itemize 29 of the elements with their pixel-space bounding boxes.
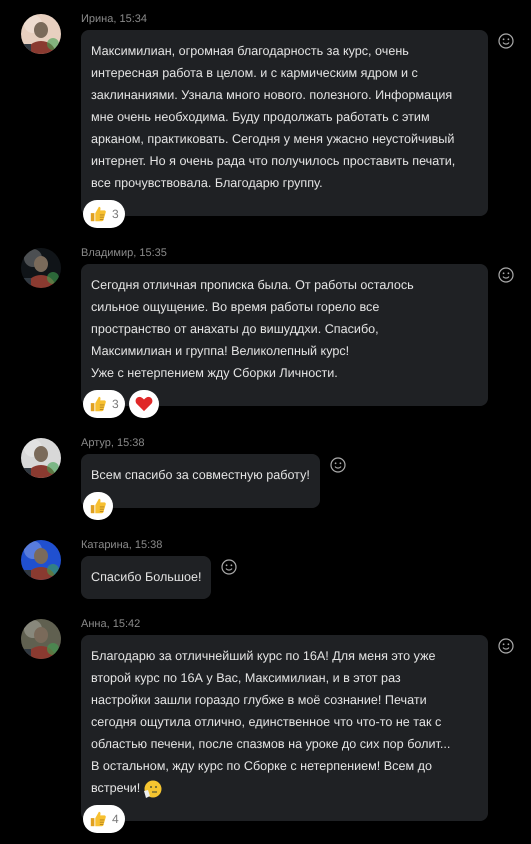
- reaction-button[interactable]: [83, 492, 113, 520]
- reaction-count: 4: [112, 812, 119, 826]
- message-text: Спасибо Большое!: [91, 569, 202, 586]
- author-time: Ирина, 15:34: [81, 12, 148, 26]
- author-time: Анна, 15:42: [81, 617, 142, 631]
- message-text: Сегодня отличная прописка была. От работы осталось сильное ощущение. Во время работы горело все пространство от анахаты до вишуддхи. Спасибо, Максимилиан и группа! Великолепный курс! Уже с нетерпением жду Сборки Личности.: [91, 277, 415, 382]
- reaction-button[interactable]: [128, 390, 159, 418]
- author-time: Владимир, 15:35: [81, 246, 168, 260]
- thumbs-up-icon: [89, 497, 107, 515]
- emoji-reaction-icon[interactable]: [221, 559, 238, 575]
- message-text: Всем спасибо за совместную работу!: [91, 467, 310, 484]
- thumbs-up-icon: [89, 395, 107, 413]
- emoji-reaction-icon[interactable]: [498, 267, 514, 283]
- emoji-reaction-icon[interactable]: [330, 457, 346, 473]
- author-time: Артур, 15:38: [81, 436, 146, 450]
- thinking-face-icon: [142, 778, 162, 799]
- reaction-count: 3: [112, 207, 119, 221]
- heart-icon: [134, 396, 153, 412]
- reaction-button[interactable]: 3: [83, 200, 125, 228]
- emoji-reaction-icon[interactable]: [498, 33, 514, 49]
- thumbs-up-icon: [89, 810, 107, 828]
- author-time: Катарина, 15:38: [81, 538, 164, 552]
- thumbs-up-icon: [89, 205, 107, 223]
- reaction-count: 3: [112, 397, 119, 411]
- message-text: Максимилиан, огромная благодарность за курс, очень интересная работа в целом. и с кармическим ядром и с заклинаниями. Узнала много нового. полезного. Информация мне очень необходима. Буду продолжать работать с этим арканом, практиковать. Сегодня у меня ужасно неустойчивый интернет. Но я очень рада что получилось проставить печати, все прочувствовала. Благодарю группу.: [91, 43, 456, 192]
- reaction-button[interactable]: 4: [83, 805, 125, 833]
- message-text: Благодарю за отличнейший курс по 16А! Для меня это уже второй курс по 16А у Вас, Максимилиан, и в этот раз настройки зашли гораздо глубже в моё сознание! Печати сегодня ощутила отлично, единственное что что-то не так с областью печени, после спазмов на уроке до сих пор болит... В остальном, жду курс по Сборке с нетерпением! Всем до встречи!: [91, 645, 478, 799]
- reaction-button[interactable]: 3: [83, 390, 125, 418]
- emoji-reaction-icon[interactable]: [498, 638, 514, 654]
